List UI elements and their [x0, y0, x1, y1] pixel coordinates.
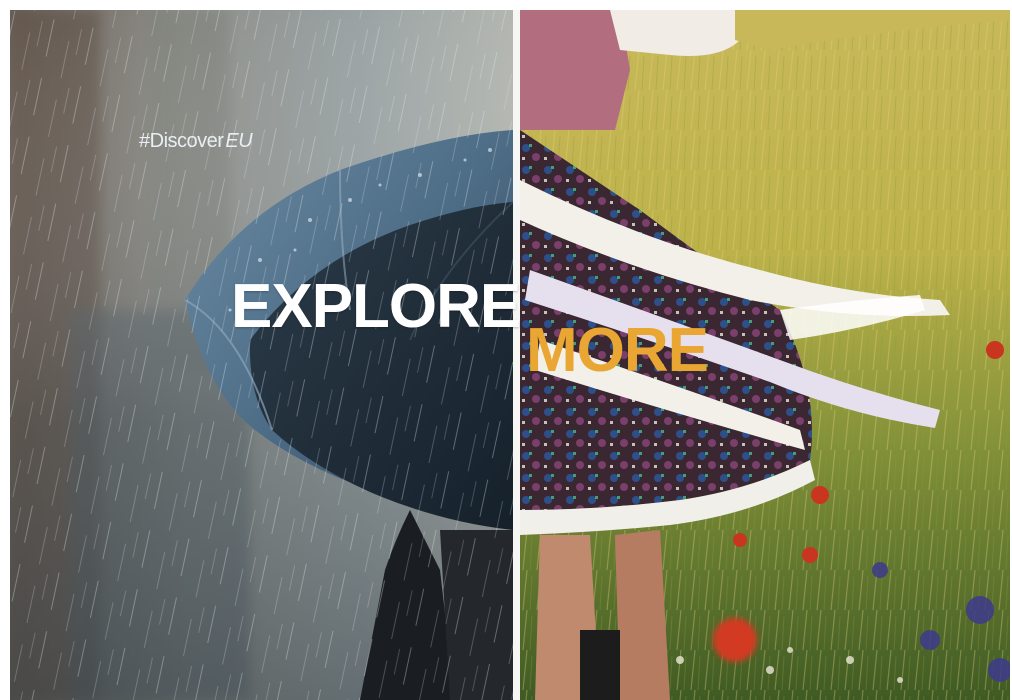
discover-eu-hashtag: #Discover EU — [139, 130, 253, 152]
more-headline: MORE — [526, 316, 709, 385]
explore-headline: EXPLORE — [231, 272, 521, 341]
panel-divider — [513, 10, 520, 700]
rain-umbrella-illustration — [10, 10, 513, 700]
rain-umbrella-photo — [10, 10, 513, 700]
campaign-image: #Discover EU EXPLORE MORE — [10, 10, 1010, 700]
